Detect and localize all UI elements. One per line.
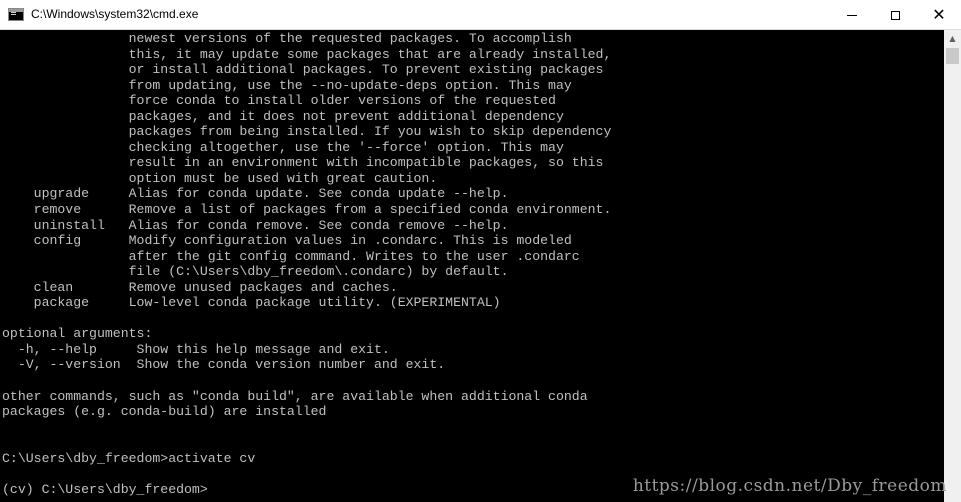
vertical-scrollbar[interactable]: ▲ — [944, 30, 961, 502]
console-line: remove Remove a list of packages from a … — [2, 202, 612, 218]
console-line: clean Remove unused packages and caches. — [2, 279, 398, 295]
console-line: force conda to install older versions of… — [2, 93, 556, 109]
console-line: after the git config command. Writes to … — [2, 248, 580, 264]
title-bar[interactable]: C:\Windows\system32\cmd.exe ✕ — [0, 0, 961, 30]
console-line: uninstall Alias for conda remove. See co… — [2, 217, 509, 233]
scrollbar-thumb[interactable] — [946, 48, 959, 64]
minimize-button[interactable] — [829, 0, 875, 30]
console-line: package Low-level conda package utility.… — [2, 295, 501, 311]
console-line: C:\Users\dby_freedom>activate cv — [2, 450, 256, 466]
console-line: packages (e.g. conda-build) are installe… — [2, 404, 327, 420]
console-line: packages, and it does not prevent additi… — [2, 108, 564, 124]
console-line: config Modify configuration values in .c… — [2, 233, 572, 249]
watermark-text: https://blog.csdn.net/Dby_freedom — [632, 476, 947, 496]
console-line: -V, --version Show the conda version num… — [2, 357, 446, 373]
console-line: this, it may update some packages that a… — [2, 46, 612, 62]
console-line: file (C:\Users\dby_freedom\.condarc) by … — [2, 264, 509, 280]
console-line: option must be used with great caution. — [2, 170, 438, 186]
console-line: (cv) C:\Users\dby_freedom> — [2, 481, 208, 497]
cmd-app-icon[interactable] — [8, 8, 24, 21]
console-line: from updating, use the --no-update-deps … — [2, 77, 572, 93]
console-line: checking altogether, use the '--force' o… — [2, 139, 564, 155]
console-line: newest versions of the requested package… — [2, 31, 572, 46]
close-icon: ✕ — [932, 5, 946, 24]
window-title: C:\Windows\system32\cmd.exe — [31, 7, 199, 21]
console-line: upgrade Alias for conda update. See cond… — [2, 186, 509, 202]
scroll-up-arrow-icon[interactable]: ▲ — [944, 30, 961, 47]
maximize-button[interactable] — [872, 0, 918, 30]
minimize-icon — [847, 14, 857, 16]
console-text: newest versions of the requested package… — [2, 31, 611, 497]
console-line: other commands, such as "conda build", a… — [2, 388, 588, 404]
console-line: result in an environment with incompatib… — [2, 155, 604, 171]
console-line: packages from being installed. If you wi… — [2, 124, 612, 140]
console-line: optional arguments: — [2, 326, 153, 342]
console-output[interactable]: newest versions of the requested package… — [0, 30, 944, 502]
console-line: -h, --help Show this help message and ex… — [2, 341, 390, 357]
close-button[interactable]: ✕ — [916, 0, 961, 30]
console-line: or install additional packages. To preve… — [2, 62, 604, 78]
maximize-icon — [890, 10, 900, 20]
